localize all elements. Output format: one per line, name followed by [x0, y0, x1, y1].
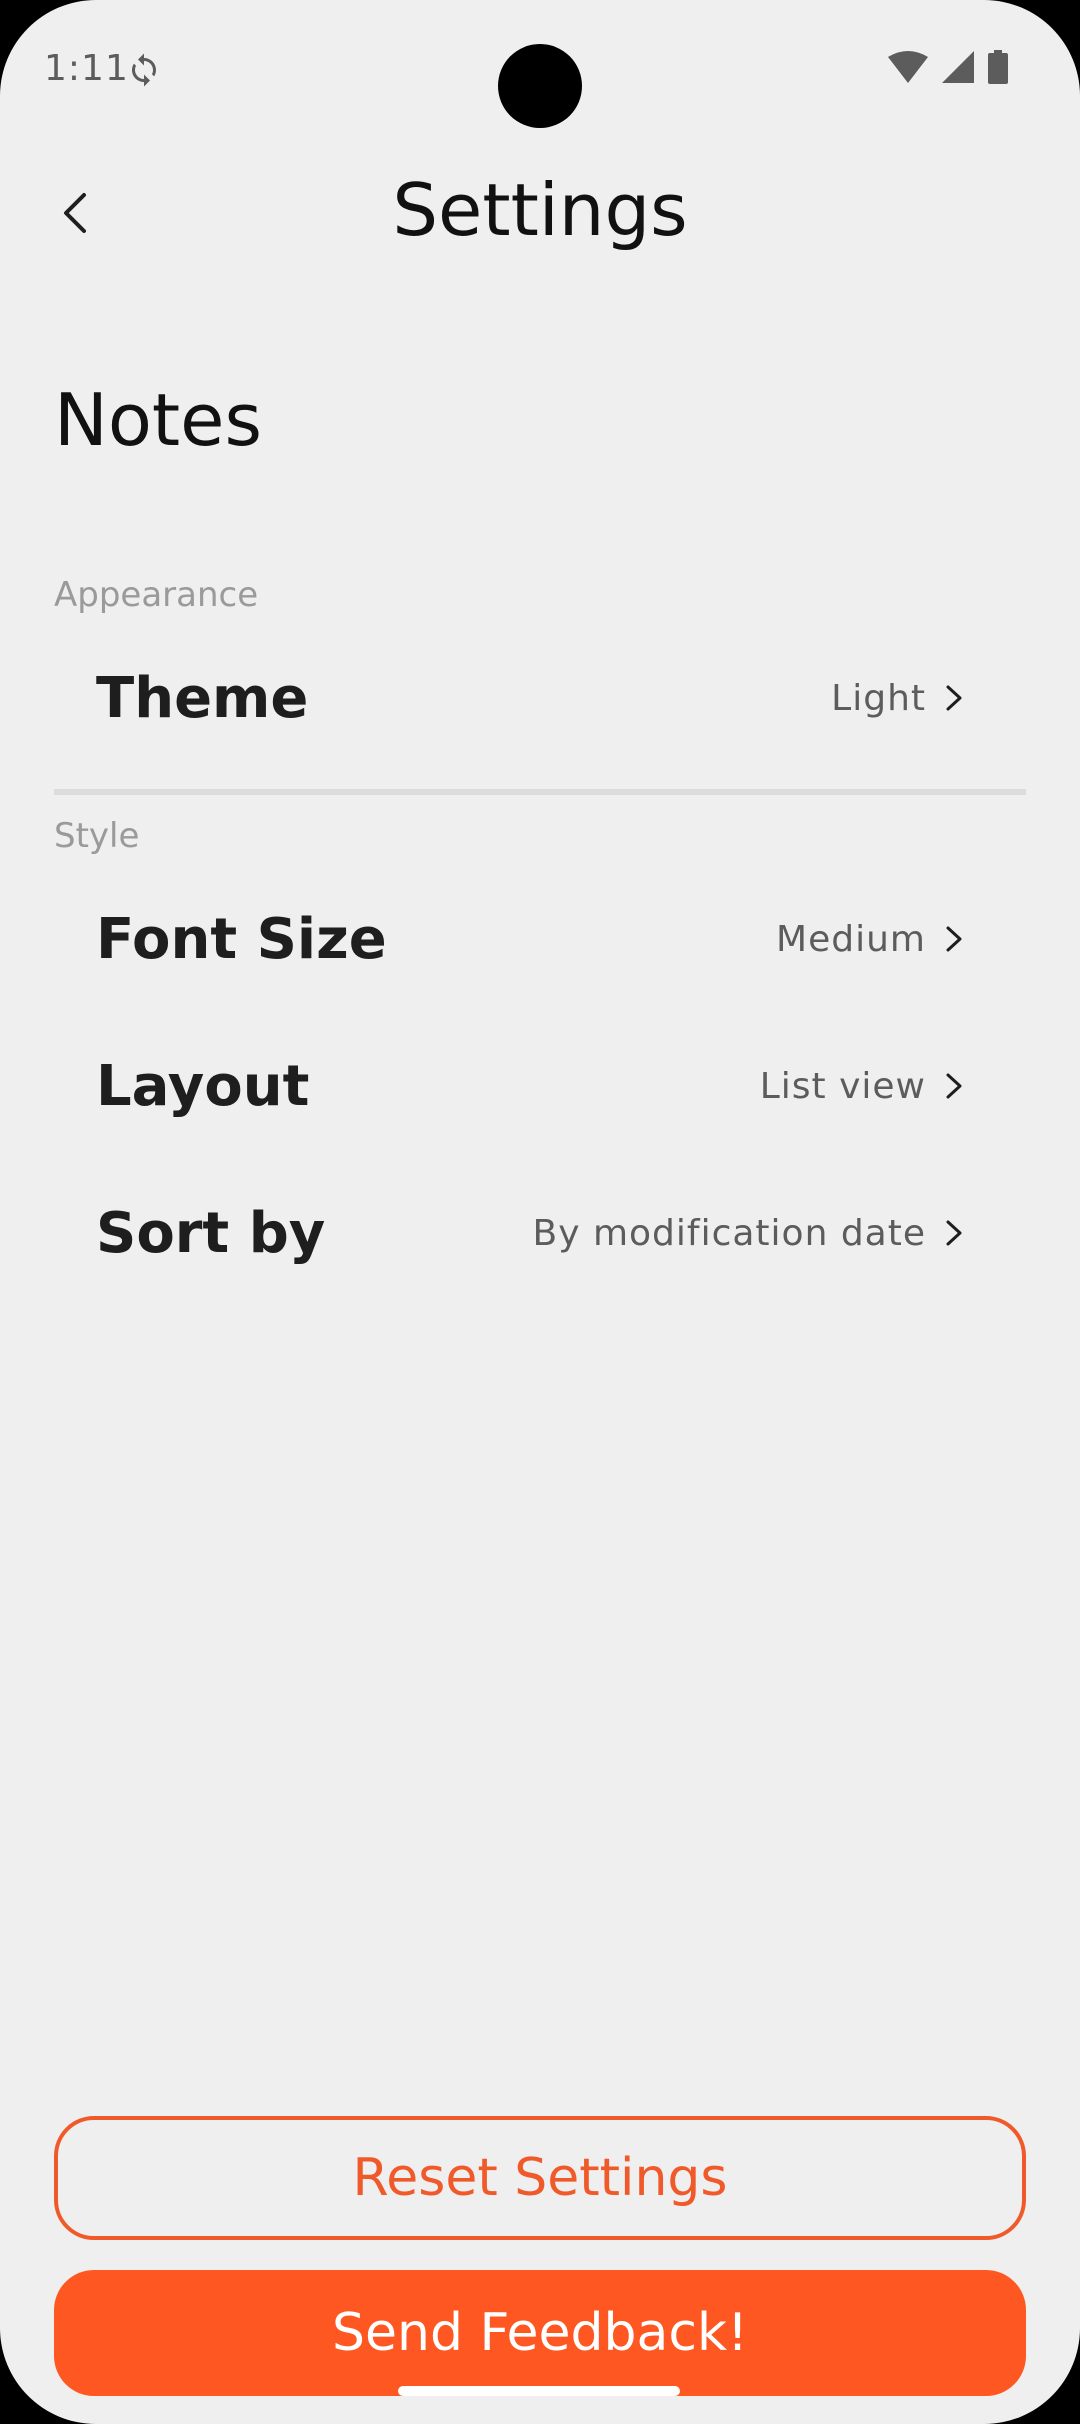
setting-row-font-size[interactable]: Font Size Medium	[96, 879, 966, 999]
setting-label: Theme	[96, 665, 309, 731]
setting-row-theme[interactable]: Theme Light	[96, 638, 966, 758]
send-feedback-button[interactable]: Send Feedback!	[54, 2270, 1026, 2396]
status-icons	[888, 50, 1008, 88]
setting-label: Font Size	[96, 906, 387, 972]
setting-label: Layout	[96, 1053, 310, 1119]
group-label-style: Style	[54, 816, 140, 856]
setting-value: Medium	[776, 918, 926, 960]
divider	[54, 789, 1026, 795]
home-indicator[interactable]	[398, 2386, 680, 2396]
page-title: Settings	[392, 168, 688, 252]
section-heading: Notes	[54, 378, 262, 462]
sync-icon	[126, 52, 162, 88]
settings-screen: 1:11 Settings Notes Appearance Theme Lig…	[0, 0, 1080, 2424]
setting-value: By modification date	[532, 1212, 926, 1254]
setting-value: Light	[831, 677, 926, 719]
wifi-icon	[888, 51, 928, 87]
setting-row-sort-by[interactable]: Sort by By modification date	[96, 1173, 966, 1293]
signal-icon	[942, 51, 974, 87]
group-label-appearance: Appearance	[54, 575, 259, 615]
chevron-right-icon	[942, 1071, 966, 1101]
chevron-right-icon	[942, 924, 966, 954]
reset-settings-button[interactable]: Reset Settings	[54, 2116, 1026, 2240]
battery-icon	[988, 50, 1008, 88]
setting-row-layout[interactable]: Layout List view	[96, 1026, 966, 1146]
setting-value: List view	[759, 1065, 926, 1107]
status-time: 1:11	[44, 48, 129, 89]
chevron-right-icon	[942, 683, 966, 713]
setting-label: Sort by	[96, 1200, 326, 1266]
chevron-right-icon	[942, 1218, 966, 1248]
camera-cutout	[498, 44, 582, 128]
status-bar: 1:11	[0, 0, 1080, 140]
